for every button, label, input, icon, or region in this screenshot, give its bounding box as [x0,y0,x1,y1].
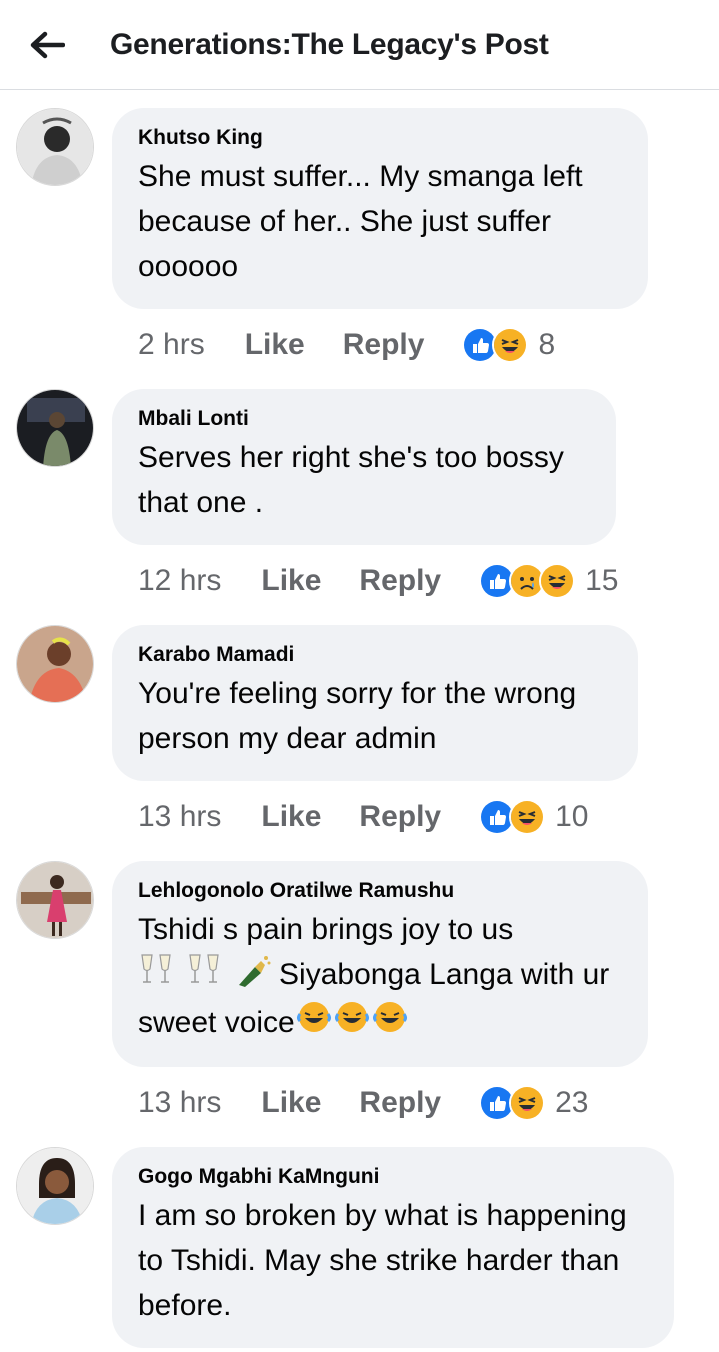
like-button[interactable]: Like [245,328,305,362]
reaction-count: 8 [538,328,556,361]
reaction-count: 10 [555,800,589,833]
comments-list: Khutso King She must suffer... My smanga… [0,90,719,1349]
avatar[interactable] [16,389,94,467]
comment-actions: 12 hrs Like Reply 15 [0,545,719,617]
comment-actions: 13 hrs Like Reply 23 [0,1067,719,1139]
reaction-summary[interactable]: 15 [479,563,619,599]
comment-text: I am so broken by what is happening to T… [138,1199,627,1323]
comment-author[interactable]: Karabo Mamadi [138,643,612,667]
comment-text: Serves her right she's too bossy that on… [138,441,564,519]
reaction-count: 23 [555,1086,589,1120]
clinking-glasses-icon [138,953,178,1000]
like-button[interactable]: Like [261,800,321,834]
reply-button[interactable]: Reply [359,1086,441,1120]
comment-time[interactable]: 13 hrs [138,800,221,834]
haha-reaction-icon [492,327,529,363]
comment-text: Tshidi s pain brings joy to us Siyabonga… [138,907,622,1047]
comment-time[interactable]: 12 hrs [138,564,221,598]
comment-text-line: sweet voice [138,1005,295,1039]
avatar[interactable] [16,625,94,703]
reaction-summary[interactable]: 23 [479,1085,589,1122]
comment: Gogo Mgabhi KaMnguni I am so broken by w… [0,1147,719,1349]
comment-author[interactable]: Gogo Mgabhi KaMnguni [138,1165,648,1189]
clinking-glasses-icon [186,953,226,1000]
comment-actions: 13 hrs Like Reply 10 [0,781,719,853]
laughing-face-icon [333,1000,371,1047]
back-button[interactable] [18,16,76,74]
comment-author[interactable]: Lehlogonolo Oratilwe Ramushu [138,879,622,903]
laughing-face-icon [295,1000,333,1047]
comment-actions: 2 hrs Like Reply 8 [0,309,719,381]
comment-author[interactable]: Mbali Lonti [138,407,590,431]
reply-button[interactable]: Reply [343,328,425,362]
page-title: Generations:The Legacy's Post [110,27,549,61]
comment: Mbali Lonti Serves her right she's too b… [0,389,719,545]
comment-text-line: Tshidi s pain brings joy to us [138,913,514,946]
comment-time[interactable]: 2 hrs [138,328,205,362]
avatar[interactable] [16,108,94,186]
reaction-count: 15 [585,564,619,597]
comment: Karabo Mamadi You're feeling sorry for t… [0,625,719,781]
like-button[interactable]: Like [261,1086,321,1120]
comment-text: She must suffer... My smanga left becaus… [138,160,583,283]
comment: Lehlogonolo Oratilwe Ramushu Tshidi s pa… [0,861,719,1068]
like-button[interactable]: Like [261,564,321,598]
reaction-summary[interactable]: 10 [479,799,589,835]
champagne-bottle-icon [235,953,271,1000]
top-bar: Generations:The Legacy's Post [0,0,719,90]
haha-reaction-icon [509,799,546,835]
haha-reaction-icon [539,563,576,599]
avatar[interactable] [16,1147,94,1226]
reply-button[interactable]: Reply [359,800,441,834]
reaction-summary[interactable]: 8 [462,327,555,363]
comment-bubble: Karabo Mamadi You're feeling sorry for t… [112,625,638,781]
comment-bubble: Khutso King She must suffer... My smanga… [112,108,648,309]
comment-bubble: Mbali Lonti Serves her right she's too b… [112,389,616,545]
haha-reaction-icon [509,1085,546,1122]
comment-text: You're feeling sorry for the wrong perso… [138,677,577,755]
comment-bubble: Lehlogonolo Oratilwe Ramushu Tshidi s pa… [112,861,648,1068]
comment-time[interactable]: 13 hrs [138,1086,221,1120]
back-arrow-icon [30,31,65,58]
avatar[interactable] [16,861,94,939]
comment-bubble: Gogo Mgabhi KaMnguni I am so broken by w… [112,1147,674,1349]
comment-author[interactable]: Khutso King [138,126,622,150]
reply-button[interactable]: Reply [359,564,441,598]
laughing-face-icon [371,1000,409,1047]
comment-text-line: Siyabonga Langa with ur [279,958,610,991]
comment: Khutso King She must suffer... My smanga… [0,108,719,309]
